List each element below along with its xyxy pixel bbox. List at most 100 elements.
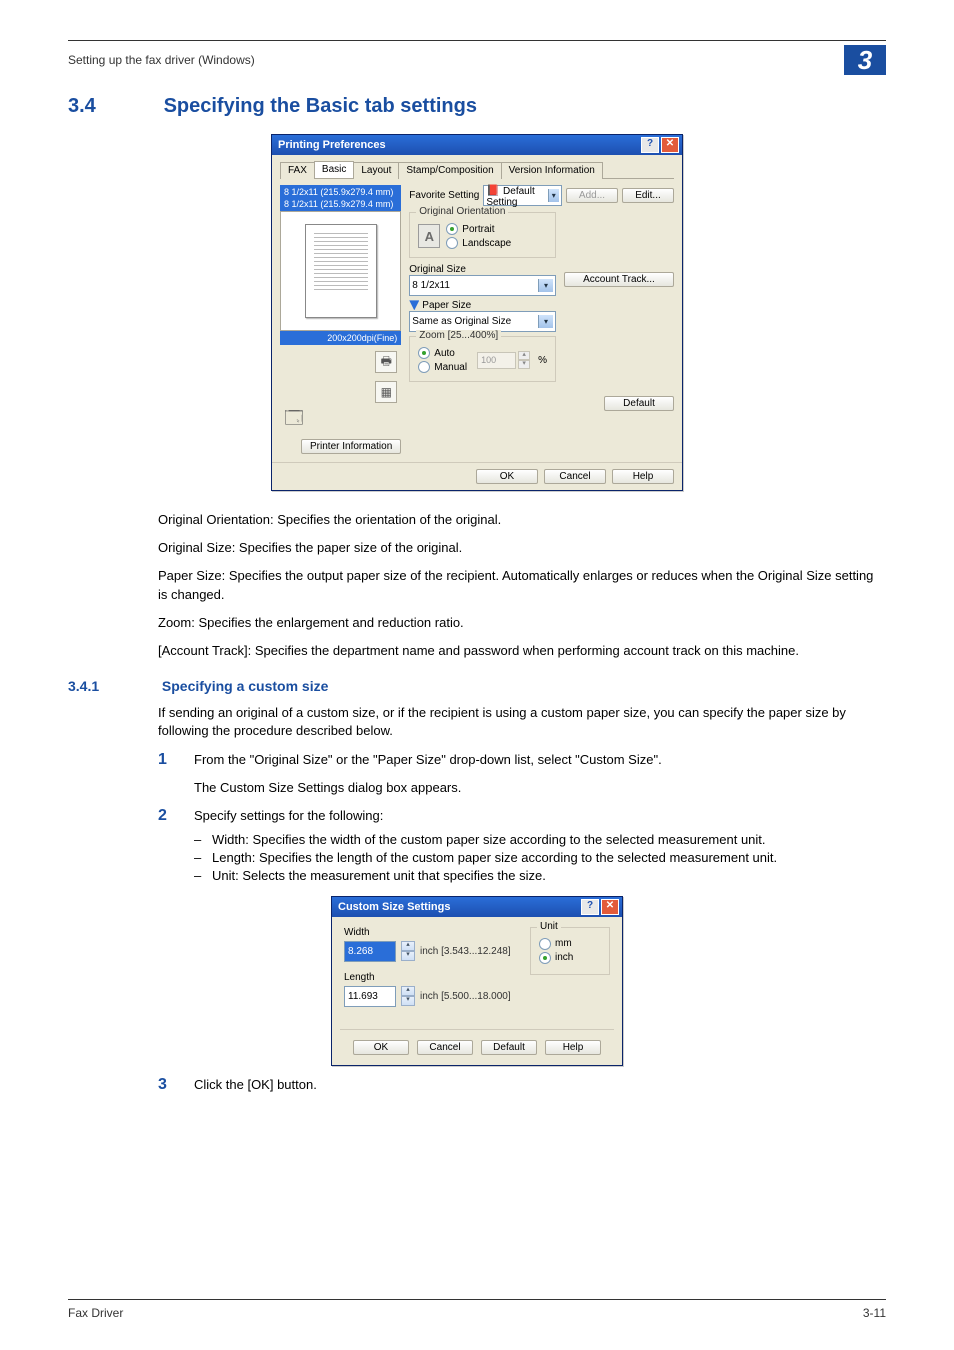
chevron-down-icon: ▾ xyxy=(538,315,553,328)
step-2-unit: Unit: Selects the measurement unit that … xyxy=(212,868,546,883)
add-button: Add... xyxy=(566,188,618,203)
original-size-value: 8 1/2x11 xyxy=(412,280,450,291)
close-icon[interactable]: ✕ xyxy=(661,137,679,153)
original-size-label: Original Size xyxy=(409,264,556,275)
default-button[interactable]: Default xyxy=(481,1040,537,1055)
tab-layout[interactable]: Layout xyxy=(353,162,399,179)
zoom-group: Zoom [25...400%] Auto Manual 100 ▴▾ % xyxy=(409,336,556,382)
section-title: Specifying the Basic tab settings xyxy=(164,95,477,117)
help-button[interactable]: Help xyxy=(612,469,674,484)
cancel-button[interactable]: Cancel xyxy=(544,469,606,484)
step-1: 1 From the "Original Size" or the "Paper… xyxy=(158,751,886,797)
length-range: inch [5.500...18.000] xyxy=(420,991,511,1002)
tab-strip: FAX Basic Layout Stamp/Composition Versi… xyxy=(280,161,674,179)
subsection-title: Specifying a custom size xyxy=(162,678,329,694)
length-input[interactable]: 11.693 xyxy=(344,986,396,1007)
unit-mm-radio[interactable]: mm xyxy=(539,938,601,950)
unit-group: Unit mm inch xyxy=(530,927,610,975)
default-button[interactable]: Default xyxy=(604,396,674,411)
orientation-icon: A xyxy=(418,224,440,248)
width-spinner[interactable]: ▴▾ xyxy=(401,941,415,961)
desc-account-track: [Account Track]: Specifies the departmen… xyxy=(158,642,886,660)
footer-left: Fax Driver xyxy=(68,1306,123,1320)
help-icon[interactable]: ? xyxy=(641,137,659,153)
dialog-titlebar: Custom Size Settings ? ✕ xyxy=(332,897,622,917)
subsection-intro: If sending an original of a custom size,… xyxy=(158,704,886,740)
desc-original-size: Original Size: Specifies the paper size … xyxy=(158,539,886,557)
desc-zoom: Zoom: Specifies the enlargement and redu… xyxy=(158,614,886,632)
dialog-titlebar: Printing Preferences ? ✕ xyxy=(272,135,682,155)
running-title: Setting up the fax driver (Windows) xyxy=(68,53,255,67)
landscape-radio[interactable]: Landscape xyxy=(446,237,511,249)
step-3-text: Click the [OK] button. xyxy=(194,1077,317,1092)
down-arrow-icon xyxy=(409,300,419,310)
preview-size-line2: 8 1/2x11 (215.9x279.4 mm) xyxy=(284,199,397,209)
footer-right: 3-11 xyxy=(863,1306,886,1320)
orientation-legend: Original Orientation xyxy=(416,206,508,217)
zoom-pct: % xyxy=(538,355,547,366)
dialog-title: Printing Preferences xyxy=(278,139,386,151)
help-button[interactable]: Help xyxy=(545,1040,601,1055)
dialog-title: Custom Size Settings xyxy=(338,901,450,913)
zoom-legend: Zoom [25...400%] xyxy=(416,330,501,341)
paper-size-select[interactable]: Same as Original Size ▾ xyxy=(409,311,556,332)
step-3: 3 Click the [OK] button. xyxy=(158,1076,886,1094)
width-label: Width xyxy=(344,927,516,938)
tab-version[interactable]: Version Information xyxy=(501,162,603,179)
preview-size-line1: 8 1/2x11 (215.9x279.4 mm) xyxy=(284,187,397,197)
subsection-heading: 3.4.1 Specifying a custom size xyxy=(68,678,886,694)
detail-view-icon[interactable]: 🗔 xyxy=(284,411,304,431)
edit-button[interactable]: Edit... xyxy=(622,188,674,203)
ok-button[interactable]: OK xyxy=(476,469,538,484)
preview-resolution: 200x200dpi(Fine) xyxy=(280,331,401,345)
favorite-select[interactable]: 📕Default Setting ▾ xyxy=(483,185,562,206)
printing-preferences-dialog: Printing Preferences ? ✕ FAX Basic Layou… xyxy=(271,134,683,491)
desc-paper-size: Paper Size: Specifies the output paper s… xyxy=(158,567,886,603)
subsection-number: 3.4.1 xyxy=(68,678,158,694)
tab-stamp[interactable]: Stamp/Composition xyxy=(398,162,501,179)
running-header: Setting up the fax driver (Windows) 3 xyxy=(68,45,886,75)
paper-size-value: Same as Original Size xyxy=(412,316,511,327)
paper-view-icon[interactable]: ▦ xyxy=(375,381,397,403)
step-2-width: Width: Specifies the width of the custom… xyxy=(212,832,766,847)
preview-paper-icon xyxy=(305,224,377,318)
width-input[interactable]: 8.268 xyxy=(344,941,396,962)
width-range: inch [3.543...12.248] xyxy=(420,946,511,957)
book-icon: 📕 xyxy=(486,185,500,197)
tab-basic[interactable]: Basic xyxy=(314,161,354,178)
custom-size-dialog: Custom Size Settings ? ✕ Width 8.268 ▴▾ … xyxy=(331,896,623,1066)
zoom-spinner: 100 ▴▾ % xyxy=(477,351,547,369)
favorite-label: Favorite Setting xyxy=(409,190,479,201)
length-label: Length xyxy=(344,972,516,983)
account-track-button[interactable]: Account Track... xyxy=(564,272,674,287)
chevron-down-icon: ▾ xyxy=(548,189,559,202)
portrait-radio[interactable]: Portrait xyxy=(446,223,511,235)
length-spinner[interactable]: ▴▾ xyxy=(401,986,415,1006)
chevron-down-icon: ▾ xyxy=(538,279,553,292)
cancel-button[interactable]: Cancel xyxy=(417,1040,473,1055)
printer-view-icon[interactable]: 🖶 xyxy=(375,351,397,373)
chapter-number: 3 xyxy=(844,45,886,75)
tab-fax[interactable]: FAX xyxy=(280,162,315,179)
original-size-select[interactable]: 8 1/2x11 ▾ xyxy=(409,275,556,296)
close-icon[interactable]: ✕ xyxy=(601,899,619,915)
page-footer: Fax Driver 3-11 xyxy=(68,1299,886,1320)
preview-pane: 8 1/2x11 (215.9x279.4 mm) 8 1/2x11 (215.… xyxy=(280,185,401,454)
step-2-length: Length: Specifies the length of the cust… xyxy=(212,850,777,865)
step-2-text: Specify settings for the following: xyxy=(194,807,886,825)
zoom-auto-radio[interactable]: Auto xyxy=(418,347,467,359)
unit-legend: Unit xyxy=(537,921,561,932)
ok-button[interactable]: OK xyxy=(353,1040,409,1055)
unit-inch-radio[interactable]: inch xyxy=(539,952,601,964)
step-1-result: The Custom Size Settings dialog box appe… xyxy=(194,779,886,797)
desc-orientation: Original Orientation: Specifies the orie… xyxy=(158,511,886,529)
printer-information-button[interactable]: Printer Information xyxy=(301,439,401,454)
help-icon[interactable]: ? xyxy=(581,899,599,915)
paper-size-label: Paper Size xyxy=(422,300,471,311)
section-number: 3.4 xyxy=(68,95,158,118)
step-2: 2 Specify settings for the following: –W… xyxy=(158,807,886,886)
zoom-value: 100 xyxy=(477,352,516,369)
section-heading: 3.4 Specifying the Basic tab settings xyxy=(68,95,886,118)
zoom-manual-radio[interactable]: Manual xyxy=(418,361,467,373)
orientation-group: Original Orientation A Portrait Landscap… xyxy=(409,212,556,258)
